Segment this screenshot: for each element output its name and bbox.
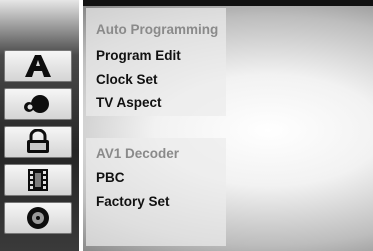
sidebar-divider [79,0,83,251]
menu-item-factory-set[interactable]: Factory Set [96,194,170,209]
menu-item-auto-programming: Auto Programming [96,22,219,37]
menu-item-pbc[interactable]: PBC [96,170,125,185]
menu-item-tv-aspect[interactable]: TV Aspect [96,95,162,110]
general-settings-icon[interactable] [4,50,72,82]
setup-menu-screen: Auto Programming Program Edit Clock Set … [0,0,373,251]
disc-icon[interactable] [4,202,72,234]
menu-item-clock-set[interactable]: Clock Set [96,72,158,87]
menu-item-program-edit[interactable]: Program Edit [96,48,181,63]
movie-film-icon[interactable] [4,164,72,196]
lock-icon[interactable] [4,126,72,158]
menu-panel-top: Auto Programming Program Edit Clock Set … [86,8,226,116]
audio-icon[interactable] [4,88,72,120]
menu-panel-bottom: AV1 Decoder PBC Factory Set [86,138,226,246]
menu-item-av1-decoder: AV1 Decoder [96,146,180,161]
sidebar-icon-column [4,50,78,240]
